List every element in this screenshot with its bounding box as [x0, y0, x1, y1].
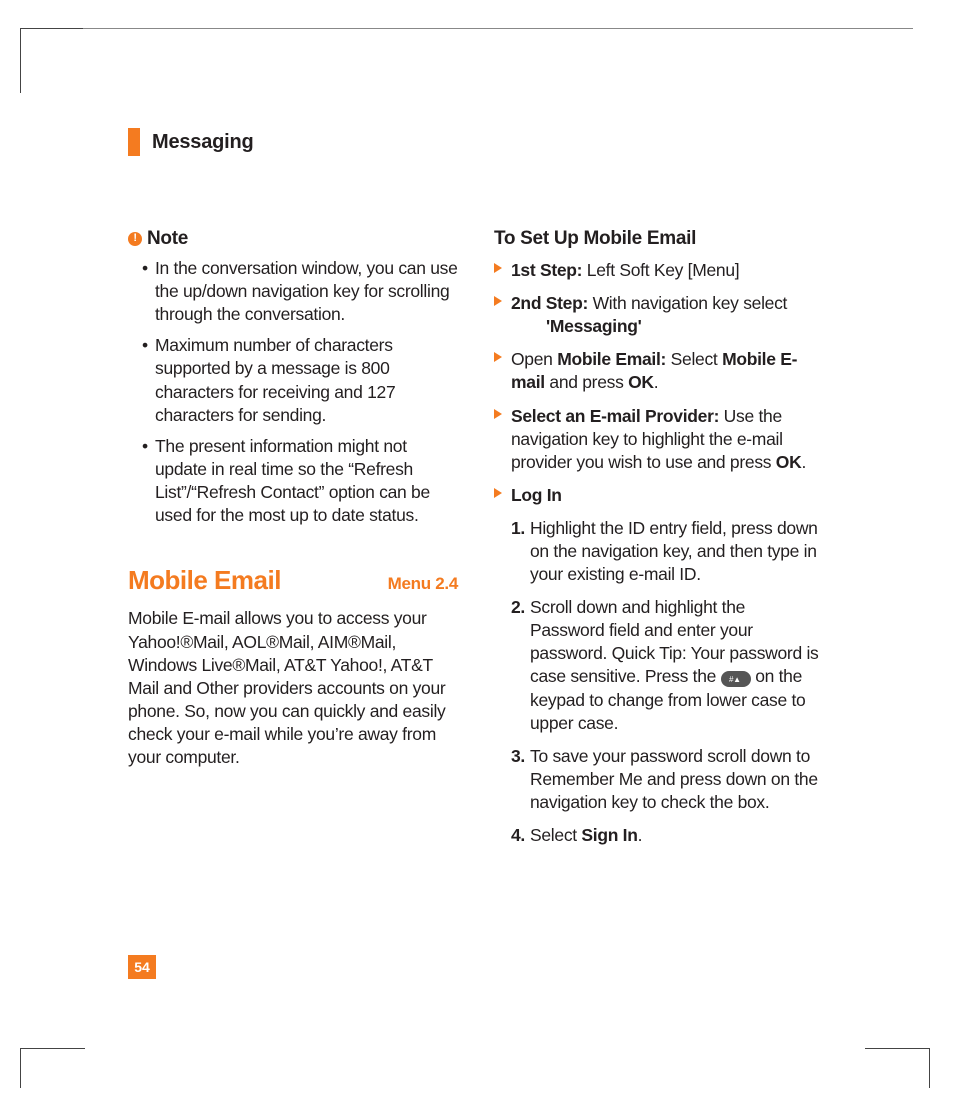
item-text: To save your password scroll down to Rem…	[530, 746, 818, 812]
section-header: Messaging	[128, 128, 848, 156]
step-label: 2nd Step:	[511, 293, 588, 313]
list-item: 3. To save your password scroll down to …	[511, 745, 824, 814]
item-text: Highlight the ID entry field, press down…	[530, 518, 818, 584]
triangle-bullet-icon	[494, 296, 502, 306]
list-item: 2. Scroll down and highlight the Passwor…	[511, 596, 824, 735]
step-bold: OK	[776, 452, 802, 472]
step-text: Left Soft Key [Menu]	[582, 260, 739, 280]
item-text: Select	[530, 825, 581, 845]
note-bullet: In the conversation window, you can use …	[142, 257, 458, 326]
step-bold: Mobile Email:	[557, 349, 666, 369]
login-numbered-list: 1. Highlight the ID entry field, press d…	[494, 517, 824, 847]
triangle-bullet-icon	[494, 488, 502, 498]
step-text: With navigation key select	[588, 293, 787, 313]
setup-heading: To Set Up Mobile Email	[494, 226, 824, 251]
step-text: .	[801, 452, 806, 472]
page-content: Messaging ! Note In the conversation win…	[128, 128, 848, 857]
header-accent-bar	[128, 128, 140, 156]
setup-steps: 1st Step: Left Soft Key [Menu] 2nd Step:…	[494, 259, 824, 507]
section-body: Mobile E-mail allows you to access your …	[128, 607, 458, 769]
note-bullet: The present information might not update…	[142, 435, 458, 527]
step-text: Select	[666, 349, 722, 369]
item-bold: Sign In	[581, 825, 637, 845]
triangle-bullet-icon	[494, 263, 502, 273]
page-number: 54	[128, 955, 156, 979]
step-item: 1st Step: Left Soft Key [Menu]	[494, 259, 824, 282]
step-label: Select an E-mail Provider:	[511, 406, 719, 426]
header-title: Messaging	[152, 131, 254, 154]
item-text: .	[638, 825, 643, 845]
item-number: 1.	[511, 517, 525, 540]
step-text: and press	[545, 372, 628, 392]
section-heading: Mobile Email	[128, 563, 281, 597]
step-label: Log In	[511, 485, 562, 505]
triangle-bullet-icon	[494, 352, 502, 362]
step-item: Select an E-mail Provider: Use the navig…	[494, 405, 824, 474]
note-icon: !	[128, 232, 142, 246]
step-item: 2nd Step: With navigation key select 'Me…	[494, 292, 824, 338]
crop-mark-bottom-left	[20, 1048, 85, 1088]
item-number: 3.	[511, 745, 525, 768]
step-text: .	[654, 372, 659, 392]
step-label: 1st Step:	[511, 260, 582, 280]
svg-text:#▲: #▲	[729, 675, 741, 684]
crop-mark-top-left	[20, 28, 85, 93]
item-number: 2.	[511, 596, 525, 619]
note-heading: ! Note	[128, 226, 458, 251]
note-bullet: Maximum number of characters supported b…	[142, 334, 458, 426]
left-column: ! Note In the conversation window, you c…	[128, 226, 458, 857]
right-column: To Set Up Mobile Email 1st Step: Left So…	[494, 226, 824, 857]
step-text: Open	[511, 349, 557, 369]
hash-key-icon: #▲	[721, 671, 751, 687]
step-bold-value: 'Messaging'	[511, 315, 824, 338]
list-item: 4. Select Sign In.	[511, 824, 824, 847]
note-label: Note	[147, 226, 188, 251]
crop-mark-bottom-right	[865, 1048, 930, 1088]
step-bold: OK	[628, 372, 654, 392]
section-heading-row: Mobile Email Menu 2.4	[128, 563, 458, 597]
menu-number: Menu 2.4	[388, 573, 458, 595]
note-bullet-list: In the conversation window, you can use …	[128, 257, 458, 527]
list-item: 1. Highlight the ID entry field, press d…	[511, 517, 824, 586]
item-number: 4.	[511, 824, 525, 847]
two-column-layout: ! Note In the conversation window, you c…	[128, 226, 848, 857]
step-item: Open Mobile Email: Select Mobile E-mail …	[494, 348, 824, 394]
step-item: Log In	[494, 484, 824, 507]
triangle-bullet-icon	[494, 409, 502, 419]
